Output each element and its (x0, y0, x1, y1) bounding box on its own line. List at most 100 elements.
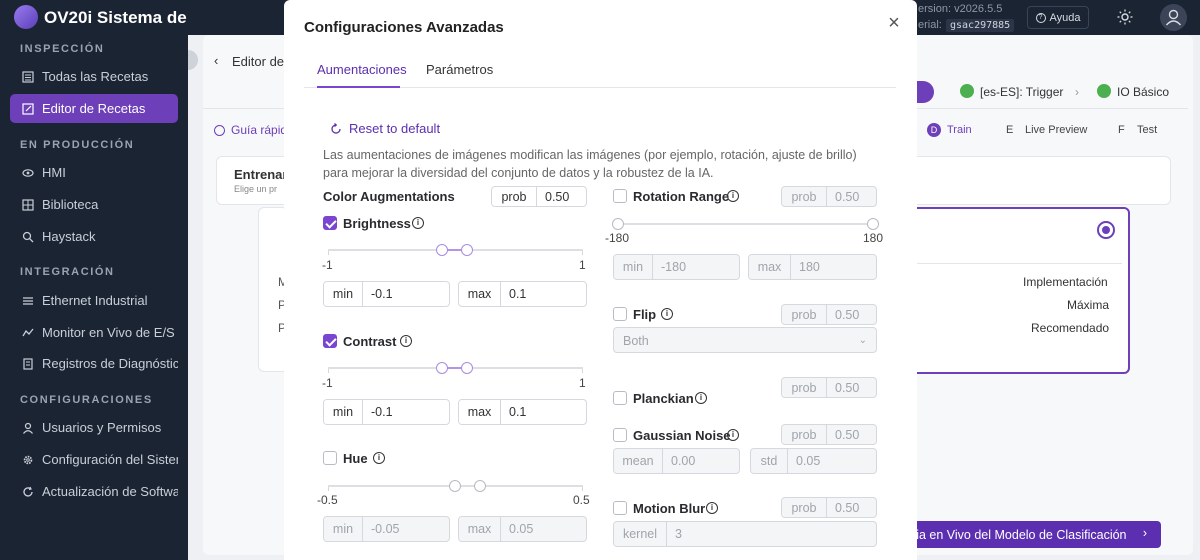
quick-guide-link[interactable]: Guía rápid (231, 123, 287, 137)
info-icon[interactable]: i (695, 392, 707, 404)
rotation-max-handle[interactable] (867, 218, 879, 230)
contrast-min-field[interactable]: min -0.1 (323, 399, 450, 425)
hue-min-handle[interactable] (449, 480, 461, 492)
radio-selected-icon[interactable] (1097, 221, 1115, 239)
rotation-max-field[interactable]: max 180 (748, 254, 877, 280)
sidebar-item-ethernet[interactable]: Ethernet Industrial (10, 286, 178, 315)
info-icon[interactable]: i (661, 308, 673, 320)
sidebar-item-diagnostics[interactable]: Registros de Diagnóstico (10, 349, 178, 378)
brightness-checkbox[interactable] (323, 216, 337, 230)
gaussian-prob-field[interactable]: prob 0.50 (781, 424, 877, 445)
sidebar-item-recipe-editor[interactable]: Editor de Recetas (10, 94, 178, 123)
search-icon (22, 231, 34, 243)
contrast-max-field[interactable]: max 0.1 (458, 399, 587, 425)
motion-blur-kernel-field[interactable]: kernel 3 (613, 521, 877, 547)
contrast-checkbox[interactable] (323, 334, 337, 348)
sidebar-item-system-config[interactable]: Configuración del Sistema (10, 445, 178, 474)
planckian-checkbox[interactable] (613, 391, 627, 405)
reset-icon (330, 122, 342, 135)
sub-step-test[interactable]: Test (1137, 124, 1157, 136)
prob-value: 0.50 (827, 305, 860, 324)
prob-label: prob (782, 187, 827, 206)
flip-prob-field[interactable]: prob 0.50 (781, 304, 877, 325)
brightness-min-handle[interactable] (436, 244, 448, 256)
sidebar-item-haystack[interactable]: Haystack (10, 222, 178, 251)
contrast-max-handle[interactable] (461, 362, 473, 374)
sub-step-live-preview[interactable]: Live Preview (1025, 124, 1087, 136)
mean-label: mean (614, 449, 663, 473)
sidebar-item-library[interactable]: Biblioteca (10, 190, 178, 219)
gaussian-mean-field[interactable]: mean 0.00 (613, 448, 740, 474)
rotation-prob-field[interactable]: prob 0.50 (781, 186, 877, 207)
sidebar-item-label: HMI (42, 165, 66, 180)
close-icon[interactable]: × (885, 13, 903, 33)
brightness-max-field[interactable]: max 0.1 (458, 281, 587, 307)
gaussian-std-field[interactable]: std 0.05 (750, 448, 877, 474)
grid-icon (22, 198, 34, 211)
motion-blur-prob-field[interactable]: prob 0.50 (781, 497, 877, 518)
hue-checkbox[interactable] (323, 451, 337, 465)
gaussian-noise-checkbox[interactable] (613, 428, 627, 442)
flip-direction-select[interactable]: Both ⌄ (613, 327, 877, 353)
tab-parameters[interactable]: Parámetros (426, 62, 493, 77)
info-icon[interactable]: i (727, 429, 739, 441)
gear-icon (22, 454, 34, 466)
kernel-value: 3 (667, 522, 682, 546)
step-f-badge: F (1118, 124, 1125, 136)
option-row-maxima: Máxima (1067, 298, 1110, 312)
rotation-min-field[interactable]: min -180 (613, 254, 740, 280)
info-icon[interactable]: i (706, 502, 718, 514)
info-icon[interactable]: i (400, 335, 412, 347)
brightness-max-handle[interactable] (461, 244, 473, 256)
help-button[interactable]: ? Ayuda (1027, 6, 1089, 29)
train-subtitle: Elige un pr (234, 184, 278, 194)
color-prob-field[interactable]: prob 0.50 (491, 186, 587, 207)
theme-toggle-icon[interactable] (1117, 9, 1133, 25)
avatar[interactable] (1160, 4, 1187, 31)
tab-augmentations[interactable]: Aumentaciones (317, 62, 407, 77)
back-chevron-icon[interactable]: ‹ (214, 53, 218, 68)
motion-blur-checkbox[interactable] (613, 501, 627, 515)
sidebar-item-all-recipes[interactable]: Todas las Recetas (10, 62, 178, 91)
max-value: 180 (791, 255, 820, 279)
info-icon[interactable]: i (412, 217, 424, 229)
step-trigger[interactable]: [es-ES]: Trigger (980, 85, 1063, 99)
tick-mark (582, 369, 583, 373)
info-icon[interactable]: i (373, 452, 385, 464)
hue-min-field[interactable]: min -0.05 (323, 516, 450, 542)
brightness-label: Brightness (343, 216, 411, 231)
collapse-sidebar-button[interactable]: ‹ (188, 50, 198, 70)
max-label: max (749, 255, 791, 279)
brightness-min-field[interactable]: min -0.1 (323, 281, 450, 307)
hue-max-field[interactable]: max 0.05 (458, 516, 587, 542)
sidebar-item-label: Registros de Diagnóstico (42, 356, 178, 371)
sidebar-item-software-update[interactable]: Actualización de Software (10, 477, 178, 506)
rotation-min-handle[interactable] (612, 218, 624, 230)
planckian-prob-field[interactable]: prob 0.50 (781, 377, 877, 398)
flip-checkbox[interactable] (613, 307, 627, 321)
sidebar-item-users[interactable]: Usuarios y Permisos (10, 413, 178, 442)
hue-max-handle[interactable] (474, 480, 486, 492)
rotation-checkbox[interactable] (613, 189, 627, 203)
rotation-slider-track[interactable] (618, 223, 873, 225)
color-augmentations-label: Color Augmentations (323, 189, 455, 204)
step-e-badge: E (1006, 124, 1014, 136)
sidebar-item-io-monitor[interactable]: Monitor en Vivo de E/S (10, 318, 178, 347)
sidebar-item-label: Monitor en Vivo de E/S (42, 325, 175, 340)
sidebar-item-hmi[interactable]: HMI (10, 158, 178, 187)
sub-step-train[interactable]: Train (947, 124, 972, 136)
contrast-min-handle[interactable] (436, 362, 448, 374)
section-title-integracion: INTEGRACIÓN (20, 266, 115, 278)
sidebar-item-label: Editor de Recetas (42, 101, 146, 116)
tick-mark (328, 369, 329, 373)
app-logo (14, 5, 38, 29)
brightness-max-tick: 1 (579, 258, 586, 272)
info-icon[interactable]: i (727, 190, 739, 202)
reset-button[interactable]: Reset to default (330, 121, 440, 136)
step-io-basic[interactable]: IO Básico (1117, 85, 1169, 99)
live-preview-button[interactable]: evia en Vivo del Modelo de Clasificación… (893, 521, 1161, 548)
min-label: min (324, 400, 363, 424)
tick-mark (328, 251, 329, 255)
option-card-selected[interactable] (888, 207, 1130, 374)
log-icon (22, 357, 34, 370)
